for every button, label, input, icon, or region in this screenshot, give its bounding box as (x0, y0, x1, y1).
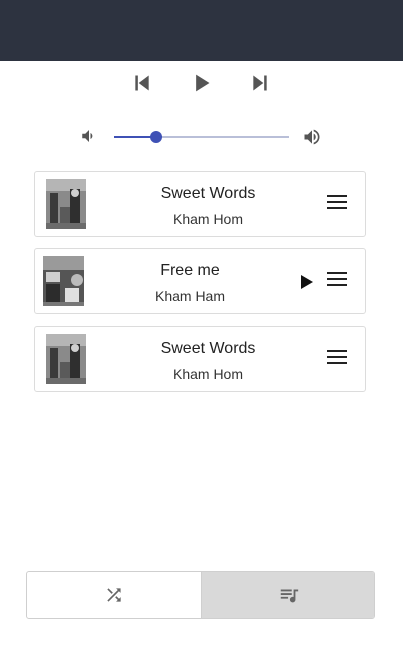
shuffle-button[interactable] (27, 572, 201, 618)
album-art (46, 179, 86, 229)
track-info: Sweet Words Kham Hom (95, 172, 321, 238)
playlist-item[interactable]: Sweet Words Kham Hom (34, 326, 366, 392)
drag-handle-icon[interactable] (327, 350, 347, 368)
play-button[interactable] (187, 68, 217, 98)
shuffle-icon (107, 588, 121, 602)
transport-controls (0, 68, 403, 98)
volume-low-icon[interactable] (80, 127, 102, 147)
next-button[interactable] (245, 68, 275, 98)
skip-next-icon (253, 75, 267, 91)
album-art (43, 256, 84, 306)
volume-high-icon[interactable] (302, 127, 324, 147)
playlist-item-active[interactable]: Free me Kham Ham (34, 248, 366, 314)
queue-button[interactable] (201, 572, 374, 618)
track-artist: Kham Ham (154, 288, 226, 304)
skip-previous-icon (135, 75, 149, 91)
album-art (46, 334, 86, 384)
playback-mode-toggle (26, 571, 375, 619)
drag-handle-icon[interactable] (327, 195, 347, 213)
track-info: Free me Kham Ham (85, 249, 295, 315)
playlist-item[interactable]: Sweet Words Kham Hom (34, 171, 366, 237)
track-title: Sweet Words (160, 340, 256, 357)
track-title: Sweet Words (160, 185, 256, 202)
drag-handle-icon[interactable] (327, 272, 347, 290)
track-artist: Kham Hom (172, 366, 244, 382)
playlist-queue-icon (280, 589, 298, 603)
play-icon[interactable] (300, 274, 314, 290)
volume-slider[interactable] (114, 131, 289, 143)
track-title: Free me (160, 262, 220, 279)
app-header (0, 0, 403, 61)
play-icon (196, 74, 210, 92)
previous-button[interactable] (127, 68, 157, 98)
volume-slider-thumb[interactable] (150, 131, 162, 143)
track-info: Sweet Words Kham Hom (95, 327, 321, 393)
volume-control (0, 124, 403, 150)
track-artist: Kham Hom (172, 211, 244, 227)
